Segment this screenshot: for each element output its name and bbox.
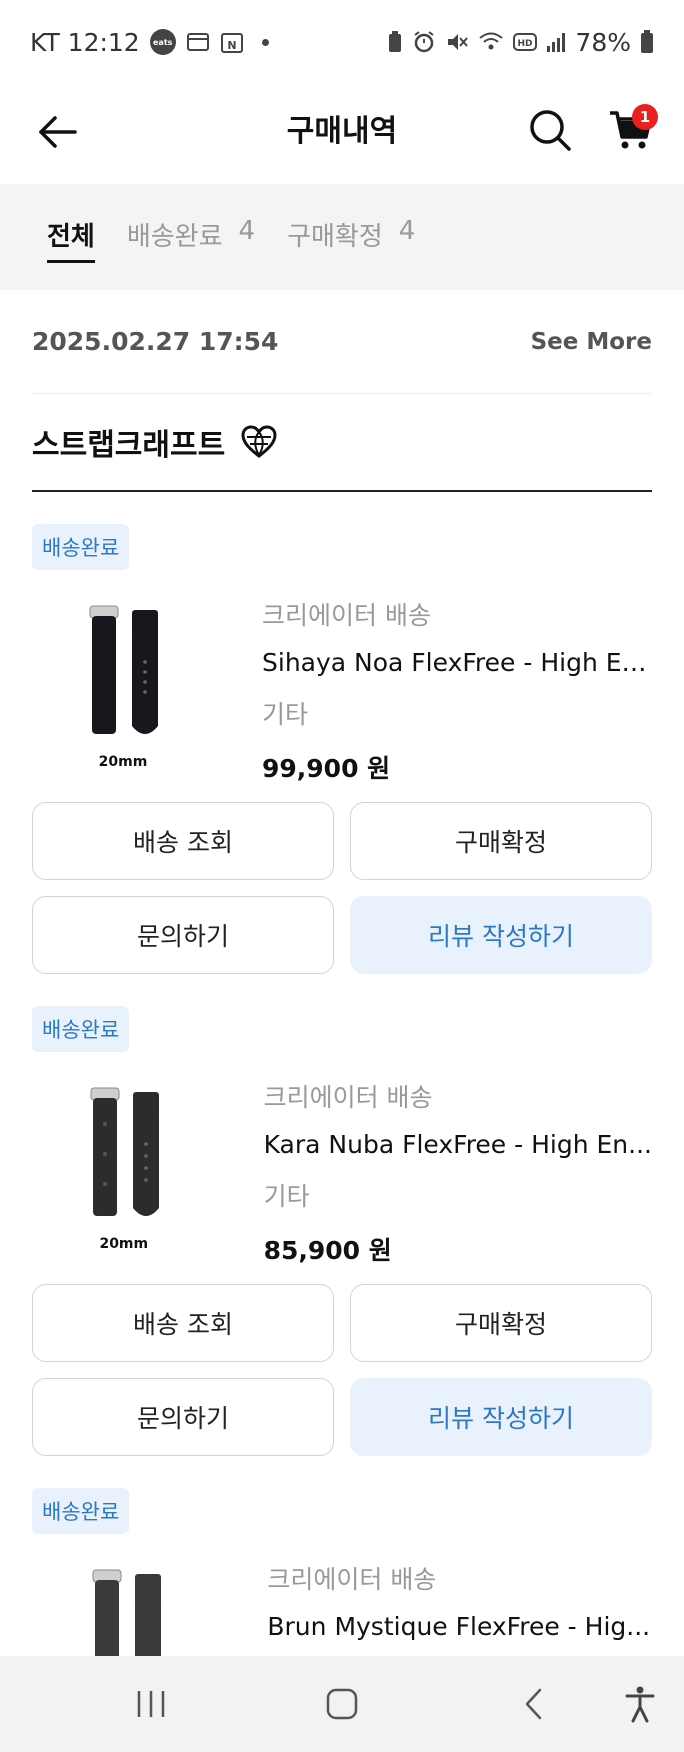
product-name[interactable]: Brun Mystique FlexFree - Hig...: [267, 1612, 652, 1641]
order-actions: 배송 조회 구매확정 문의하기 리뷰 작성하기: [32, 802, 652, 974]
shipping-type: 크리에이터 배송: [262, 601, 431, 630]
globe-heart-icon: [241, 425, 277, 458]
product-name[interactable]: Sihaya Noa FlexFree - High En...: [262, 648, 652, 677]
hd-voice-icon: HD: [513, 33, 538, 51]
strap-size-label: 20mm: [99, 1236, 149, 1252]
watch-strap-image: [90, 1087, 159, 1216]
status-bar: KT 12:12 eats N HD 78%: [0, 0, 684, 84]
write-review-button[interactable]: 리뷰 작성하기: [350, 1378, 652, 1456]
svg-text:HD: HD: [518, 39, 533, 49]
alarm-icon: [412, 30, 436, 54]
order-date: 2025.02.27 17:54: [32, 327, 279, 356]
product-option: 기타: [263, 1182, 310, 1211]
home-button[interactable]: [318, 1680, 366, 1728]
tab-label: 구매확정: [287, 221, 383, 252]
page-title: 구매내역: [286, 114, 398, 149]
strap-size-label: 20mm: [98, 754, 148, 770]
product-name[interactable]: Kara Nuba FlexFree - High En...: [264, 1130, 652, 1159]
more-notifications-dot: [261, 38, 269, 46]
order-list: 2025.02.27 17:54 See More 스트랩크래프트 배송완료 2…: [0, 290, 684, 1750]
search-button[interactable]: [520, 100, 580, 160]
product-price: 99,900 원: [262, 754, 391, 783]
shipping-type: 크리에이터 배송: [263, 1083, 433, 1112]
product-row[interactable]: 20mm 크리에이터 배송 Sihaya Noa FlexFree - High…: [32, 596, 652, 786]
accessibility-button[interactable]: [616, 1680, 664, 1728]
status-time: KT 12:12: [30, 27, 140, 57]
battery-saver-icon: [387, 30, 403, 54]
store-row[interactable]: 스트랩크래프트: [32, 394, 652, 492]
cart-button[interactable]: 1: [600, 100, 660, 160]
cart-count-badge: 1: [632, 104, 658, 130]
home-icon: [326, 1688, 358, 1720]
tab-delivered[interactable]: 배송완료 4: [127, 216, 255, 259]
tab-all[interactable]: 전체: [47, 216, 95, 263]
tab-label: 배송완료: [126, 221, 223, 252]
see-more-link[interactable]: See More: [531, 329, 652, 355]
battery-percent: 78%: [575, 27, 631, 57]
order-item: 배송완료 20mm 크리에이터 배송 Sihaya Noa FlexFree -…: [32, 492, 652, 974]
product-thumbnail[interactable]: 20mm: [32, 1078, 216, 1258]
product-option: 기타: [262, 700, 309, 729]
tab-purchase-confirmed[interactable]: 구매확정 4: [287, 216, 415, 259]
write-review-button[interactable]: 리뷰 작성하기: [350, 896, 652, 974]
naver-calendar-icon: N: [220, 30, 244, 54]
confirm-purchase-button[interactable]: 구매확정: [350, 1284, 652, 1362]
app-header: 구매내역 1: [0, 84, 684, 184]
product-thumbnail[interactable]: 20mm: [32, 596, 214, 776]
inquiry-button[interactable]: 문의하기: [32, 896, 334, 974]
tab-label: 전체: [47, 221, 95, 252]
product-price: 85,900 원: [263, 1236, 392, 1265]
order-item: 배송완료 20mm 크리에이터 배송 Kara Nuba FlexFree - …: [32, 974, 652, 1456]
confirm-purchase-button[interactable]: 구매확정: [350, 802, 652, 880]
eats-app-icon: eats: [149, 29, 176, 55]
product-row[interactable]: 20mm 크리에이터 배송 Kara Nuba FlexFree - High …: [32, 1078, 652, 1268]
mute-icon: [445, 30, 469, 54]
chevron-left-icon: [525, 1688, 542, 1720]
signal-icon: [546, 31, 566, 53]
accessibility-icon: [625, 1686, 655, 1723]
shipping-type: 크리에이터 배송: [267, 1565, 437, 1594]
inquiry-button[interactable]: 문의하기: [32, 1378, 334, 1456]
order-actions: 배송 조회 구매확정 문의하기 리뷰 작성하기: [32, 1284, 652, 1456]
tab-count: 4: [398, 215, 416, 246]
track-delivery-button[interactable]: 배송 조회: [32, 802, 334, 880]
system-navigation-bar: [0, 1656, 684, 1752]
recent-apps-button[interactable]: [127, 1680, 175, 1728]
status-badge: 배송완료: [32, 1488, 130, 1534]
wifi-icon: [478, 31, 504, 53]
search-icon: [530, 110, 571, 151]
order-header: 2025.02.27 17:54 See More: [32, 290, 652, 394]
battery-icon: [640, 30, 654, 54]
back-nav-button[interactable]: [510, 1680, 558, 1728]
watch-strap-image: [89, 605, 158, 734]
order-filter-tabs: 전체 배송완료 4 구매확정 4: [0, 184, 684, 290]
status-badge: 배송완료: [32, 1006, 130, 1052]
product-info: 크리에이터 배송 Kara Nuba FlexFree - High En...…: [264, 1078, 652, 1268]
store-name: 스트랩크래프트: [32, 428, 226, 463]
tab-count: 4: [238, 215, 256, 246]
track-delivery-button[interactable]: 배송 조회: [32, 1284, 334, 1362]
wallet-icon: [186, 31, 210, 53]
recent-apps-icon: [137, 1691, 165, 1717]
status-badge: 배송완료: [32, 524, 130, 570]
svg-text:N: N: [227, 39, 236, 52]
product-info: 크리에이터 배송 Sihaya Noa FlexFree - High En..…: [262, 596, 652, 786]
